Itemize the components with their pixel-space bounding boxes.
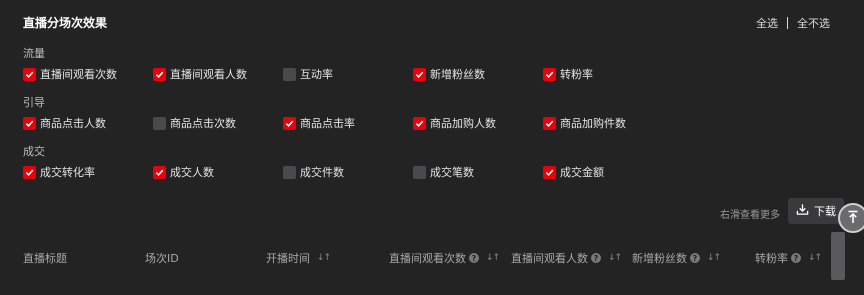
column-header-start-time[interactable]: 开播时间 ↓↑ (266, 250, 331, 266)
checkbox-watch-users[interactable]: 直播间观看人数 (153, 66, 247, 82)
checkbox-label: 商品加购人数 (430, 117, 496, 130)
checkbox-label: 成交人数 (170, 166, 214, 179)
checkbox-box[interactable] (413, 165, 426, 179)
checkbox-box[interactable] (413, 116, 426, 130)
group-label-traffic: 流量 (23, 47, 45, 60)
checkbox-watch-count[interactable]: 直播间观看次数 (23, 66, 117, 82)
column-label: 开播时间 (266, 252, 310, 265)
checkbox-deal-users[interactable]: 成交人数 (153, 164, 214, 180)
checkbox-label: 成交件数 (300, 166, 344, 179)
checkbox-product-click-rate[interactable]: 商品点击率 (283, 115, 355, 131)
column-header-new-fans[interactable]: 新增粉丝数? ↓↑ (632, 250, 721, 266)
checkbox-box[interactable] (23, 67, 36, 81)
column-label: 直播间观看次数 (389, 252, 466, 265)
checkbox-box[interactable] (23, 116, 36, 130)
column-label: 转粉率 (755, 252, 788, 265)
scroll-hint: 右滑查看更多 (720, 210, 780, 221)
column-header-fan-rate[interactable]: 转粉率? ↓↑ (755, 250, 822, 266)
arrow-up-icon (846, 209, 860, 228)
deselect-all-link[interactable]: 全不选 (797, 15, 830, 31)
select-all-link[interactable]: 全选 (756, 15, 778, 31)
help-icon[interactable]: ? (469, 253, 479, 263)
checkbox-product-click-count[interactable]: 商品点击次数 (153, 115, 236, 131)
checkbox-box[interactable] (413, 67, 426, 81)
sort-icon[interactable]: ↓↑ (317, 253, 331, 263)
checkbox-box[interactable] (283, 67, 296, 81)
checkbox-cart-users[interactable]: 商品加购人数 (413, 115, 496, 131)
download-label: 下载 (814, 205, 836, 218)
sort-icon[interactable]: ↓↑ (608, 253, 622, 263)
help-icon[interactable]: ? (591, 253, 601, 263)
checkbox-fan-rate[interactable]: 转粉率 (543, 66, 593, 82)
help-icon[interactable]: ? (791, 253, 801, 263)
checkbox-label: 新增粉丝数 (430, 68, 485, 81)
checkbox-label: 成交金额 (560, 166, 604, 179)
back-to-top-button[interactable] (838, 203, 864, 233)
checkbox-box[interactable] (283, 165, 296, 179)
checkbox-box[interactable] (543, 165, 556, 179)
section-title: 直播分场次效果 (23, 16, 108, 30)
column-header-session-id: 场次ID (145, 250, 179, 266)
help-icon[interactable]: ? (690, 253, 700, 263)
column-header-watch-count[interactable]: 直播间观看次数? ↓↑ (389, 250, 500, 266)
checkbox-product-click-users[interactable]: 商品点击人数 (23, 115, 106, 131)
checkbox-box[interactable] (153, 67, 166, 81)
checkbox-box[interactable] (283, 116, 296, 130)
checkbox-deal-items[interactable]: 成交件数 (283, 164, 344, 180)
checkbox-label: 商品加购件数 (560, 117, 626, 130)
column-label: 直播间观看人数 (511, 252, 588, 265)
column-header-watch-users[interactable]: 直播间观看人数? ↓↑ (511, 250, 622, 266)
checkbox-interaction-rate[interactable]: 互动率 (283, 66, 333, 82)
sort-icon[interactable]: ↓↑ (808, 253, 822, 263)
checkbox-label: 直播间观看次数 (40, 68, 117, 81)
checkbox-conversion-rate[interactable]: 成交转化率 (23, 164, 95, 180)
checkbox-label: 成交转化率 (40, 166, 95, 179)
checkbox-cart-items[interactable]: 商品加购件数 (543, 115, 626, 131)
column-label: 场次ID (145, 252, 179, 265)
checkbox-new-fans[interactable]: 新增粉丝数 (413, 66, 485, 82)
download-button[interactable]: 下载 (788, 198, 844, 224)
checkbox-label: 直播间观看人数 (170, 68, 247, 81)
checkbox-box[interactable] (153, 165, 166, 179)
checkbox-label: 商品点击率 (300, 117, 355, 130)
group-label-guide: 引导 (23, 96, 45, 109)
divider (787, 17, 788, 29)
checkbox-box[interactable] (153, 116, 166, 130)
sort-icon[interactable]: ↓↑ (486, 253, 500, 263)
vertical-scrollbar[interactable] (831, 232, 845, 280)
checkbox-box[interactable] (543, 116, 556, 130)
checkbox-label: 互动率 (300, 68, 333, 81)
column-label: 直播标题 (23, 252, 67, 265)
checkbox-label: 商品点击人数 (40, 117, 106, 130)
checkbox-box[interactable] (543, 67, 556, 81)
checkbox-deal-orders[interactable]: 成交笔数 (413, 164, 474, 180)
checkbox-label: 商品点击次数 (170, 117, 236, 130)
column-label: 新增粉丝数 (632, 252, 687, 265)
checkbox-box[interactable] (23, 165, 36, 179)
select-controls: 全选 全不选 (756, 15, 830, 31)
group-label-deal: 成交 (23, 145, 45, 158)
sort-icon[interactable]: ↓↑ (707, 253, 721, 263)
checkbox-deal-amount[interactable]: 成交金额 (543, 164, 604, 180)
download-icon (796, 203, 809, 219)
column-header-title: 直播标题 (23, 250, 67, 266)
checkbox-label: 成交笔数 (430, 166, 474, 179)
checkbox-label: 转粉率 (560, 68, 593, 81)
